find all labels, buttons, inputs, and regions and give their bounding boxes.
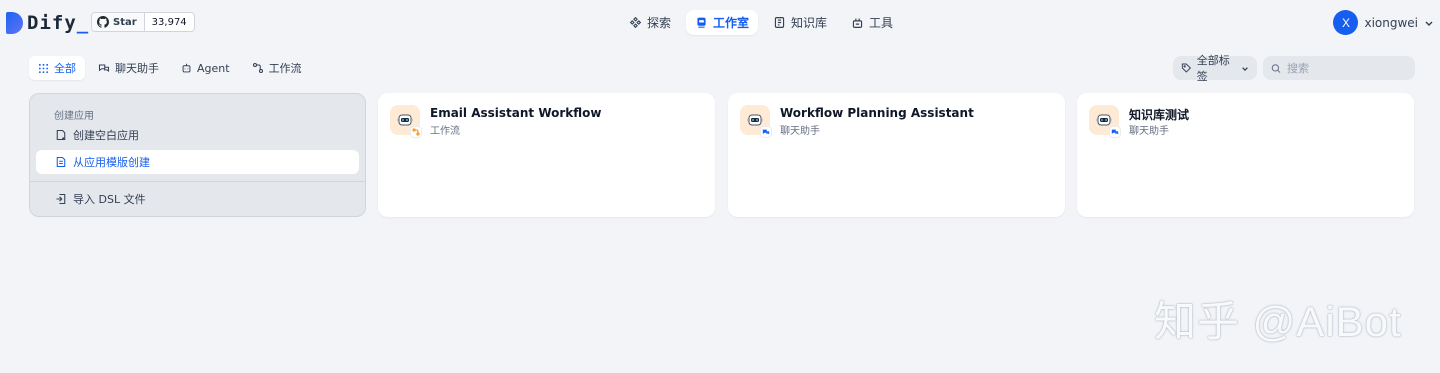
create-template-label: 从应用模版创建: [73, 156, 150, 169]
robot-icon: [1089, 105, 1121, 138]
agent-icon: [182, 63, 191, 72]
divider: [30, 181, 365, 182]
github-star-button[interactable]: Star 33,974: [91, 12, 195, 32]
top-header: Dify_ Star 33,974 探索 工作室 知识库 工具 X xiongw…: [0, 0, 1440, 44]
nav-studio[interactable]: 工作室: [686, 10, 759, 35]
tab-chat-label: 聊天助手: [115, 62, 159, 75]
dify-logo-mark: [6, 12, 23, 34]
app-type: 聊天助手: [780, 126, 820, 137]
app-type: 聊天助手: [1129, 126, 1169, 137]
chat-icon: [98, 64, 110, 73]
tab-all[interactable]: 全部: [29, 56, 85, 80]
tab-chat-assistant[interactable]: 聊天助手: [89, 56, 168, 80]
explore-icon: [629, 16, 642, 29]
app-card[interactable]: Email Assistant Workflow 工作流: [378, 93, 715, 217]
app-name: 知识库测试: [1129, 108, 1190, 122]
tag-filter-label: 全部标签: [1196, 54, 1230, 83]
tools-icon: [852, 18, 863, 28]
import-dsl-button[interactable]: 导入 DSL 文件: [36, 187, 359, 211]
github-icon: [97, 16, 109, 28]
search-input[interactable]: [1287, 61, 1407, 75]
new-file-icon: [56, 129, 66, 141]
create-from-template-button[interactable]: 从应用模版创建: [36, 150, 359, 174]
create-app-title: 创建应用: [54, 111, 94, 122]
chat-badge-icon: [1109, 126, 1121, 138]
user-menu[interactable]: X xiongwei: [1333, 10, 1434, 35]
app-card[interactable]: Workflow Planning Assistant 聊天助手: [728, 93, 1065, 217]
template-icon: [56, 156, 66, 168]
dify-logo[interactable]: Dify_: [6, 12, 89, 34]
avatar: X: [1333, 10, 1359, 35]
import-dsl-label: 导入 DSL 文件: [73, 193, 146, 206]
studio-icon: [697, 17, 706, 28]
tab-agent-label: Agent: [197, 61, 230, 75]
tag-filter-dropdown[interactable]: 全部标签: [1173, 54, 1257, 83]
nav-knowledge[interactable]: 知识库: [764, 10, 836, 35]
tab-agent[interactable]: Agent: [172, 56, 239, 80]
app-name: Workflow Planning Assistant: [780, 106, 974, 120]
tab-workflow[interactable]: 工作流: [243, 56, 311, 80]
workflow-icon: [252, 62, 263, 74]
nav-studio-label: 工作室: [713, 16, 750, 30]
create-blank-label: 创建空白应用: [73, 129, 139, 142]
github-star-count[interactable]: 33,974: [145, 17, 194, 28]
workflow-badge-icon: [410, 126, 422, 138]
app-type-tabs: 全部 聊天助手 Agent 工作流: [29, 56, 311, 80]
nav-tools-label: 工具: [869, 16, 894, 30]
nav-knowledge-label: 知识库: [791, 16, 828, 30]
watermark: 知乎 @AiBot: [1154, 298, 1402, 345]
create-blank-app-button[interactable]: 创建空白应用: [36, 123, 359, 147]
search-icon: [1271, 63, 1281, 73]
app-type: 工作流: [430, 126, 460, 137]
tab-all-label: 全部: [54, 62, 76, 75]
nav-explore[interactable]: 探索: [620, 10, 680, 35]
main-nav: 探索 工作室 知识库 工具: [620, 10, 902, 35]
nav-tools[interactable]: 工具: [842, 10, 902, 35]
grid-icon: [38, 63, 49, 73]
app-name: Email Assistant Workflow: [430, 106, 602, 120]
user-name: xiongwei: [1364, 15, 1418, 30]
chevron-down-icon: [1242, 66, 1248, 71]
import-icon: [56, 193, 66, 205]
tab-workflow-label: 工作流: [268, 62, 302, 75]
chat-badge-icon: [760, 126, 772, 138]
search-box[interactable]: [1263, 56, 1415, 80]
knowledge-icon: [774, 17, 785, 28]
robot-icon: [390, 105, 422, 138]
logo-text: Dify_: [27, 12, 90, 34]
tag-icon: [1181, 63, 1192, 73]
chevron-down-icon: [1425, 21, 1433, 26]
app-card[interactable]: 知识库测试 聊天助手: [1077, 93, 1414, 217]
nav-explore-label: 探索: [647, 16, 672, 30]
github-star-label: Star: [92, 13, 145, 31]
create-app-card: 创建应用 创建空白应用 从应用模版创建 导入 DSL 文件: [29, 93, 366, 217]
robot-icon: [740, 105, 772, 138]
